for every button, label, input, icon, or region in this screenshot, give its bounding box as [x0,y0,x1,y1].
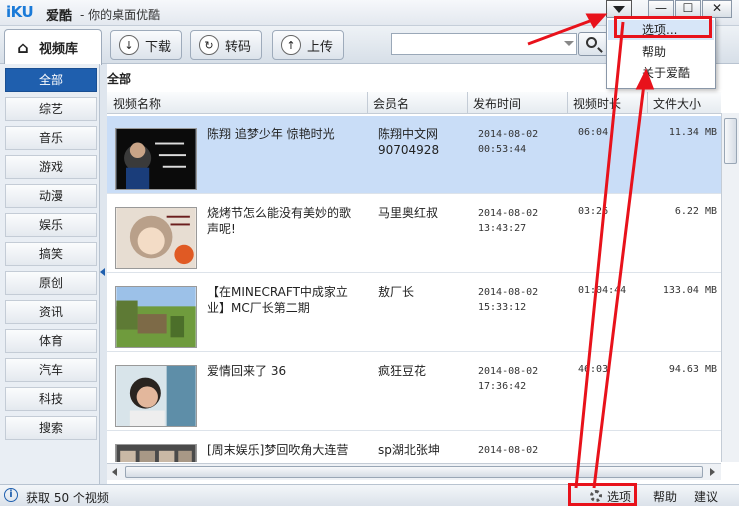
tab-label: 上传 [307,39,334,55]
collapse-sidebar-icon[interactable] [100,268,105,276]
chevron-down-icon [613,6,625,13]
column-divider[interactable] [467,92,468,114]
video-duration: 01:04:44 [578,285,627,296]
video-title[interactable]: 陈翔 追梦少年 惊艳时光 [207,126,357,142]
home-icon: ⌂ [13,37,33,58]
scroll-right-arrow-icon[interactable] [710,468,715,476]
sidebar-item-funny[interactable]: 搞笑 [5,242,97,266]
sidebar-item-games[interactable]: 游戏 [5,155,97,179]
uploader-name[interactable]: 马里奥红叔 [378,205,438,221]
tab-video-library[interactable]: ⌂ 视频库 [4,29,102,65]
suggest-button[interactable]: 建议 [694,488,718,505]
table-row[interactable]: [周末娱乐]梦回吹角大连营 sp湖北张坤 2014-08-02 [107,432,721,462]
vertical-scrollbar[interactable] [721,113,739,462]
table-row[interactable]: 爱情回来了 36 疯狂豆花 2014-08-02 17:36:42 46:03 9… [107,353,721,431]
annotation-highlight [568,483,637,506]
sidebar-item-all[interactable]: 全部 [5,68,97,92]
table-row[interactable]: 陈翔 追梦少年 惊艳时光 陈翔中文网 90704928 2014-08-02 00… [107,116,721,194]
publish-time: 2014-08-02 13:43:27 [478,208,539,234]
file-size: 11.34 MB [668,127,717,138]
search-button[interactable] [578,32,608,56]
sidebar-item-anime[interactable]: 动漫 [5,184,97,208]
column-header-title[interactable]: 视频名称 [113,95,161,112]
tab-transcode[interactable]: ↻ 转码 [190,30,262,60]
page-title: 全部 [107,72,132,86]
tab-label: 下载 [145,39,172,55]
category-sidebar: 全部 综艺 音乐 游戏 动漫 娱乐 搞笑 原创 资讯 体育 汽车 科技 搜索 [0,64,100,484]
uploader-name[interactable]: 敖厂长 [378,284,414,300]
tab-upload[interactable]: ↑ 上传 [272,30,344,60]
column-divider[interactable] [367,92,368,114]
publish-time: 2014-08-02 [478,445,539,456]
uploader-name[interactable]: 陈翔中文网 90704928 [378,126,439,158]
sidebar-item-autos[interactable]: 汽车 [5,358,97,382]
sidebar-item-entertainment[interactable]: 娱乐 [5,213,97,237]
scroll-left-arrow-icon[interactable] [112,468,117,476]
video-title[interactable]: 烧烤节怎么能没有美妙的歌声呢! [207,205,357,237]
upload-icon: ↑ [281,35,301,55]
info-icon: i [4,488,18,502]
sidebar-item-original[interactable]: 原创 [5,271,97,295]
video-thumbnail [115,128,197,190]
file-size: 133.04 MB [662,285,717,296]
file-size: 6.22 MB [674,206,717,217]
video-duration: 46:03 [578,364,609,375]
video-duration: 06:04 [578,127,609,138]
menu-item-help[interactable]: 帮助 [608,42,714,62]
app-name: 爱酷 [46,9,73,24]
sidebar-item-sports[interactable]: 体育 [5,329,97,353]
video-thumbnail [115,286,197,348]
video-list-panel: 全部 视频名称 会员名 发布时间 视频时长 文件大小 陈翔 追梦少年 惊艳时光 … [107,64,739,484]
horizontal-scrollbar[interactable] [107,463,721,480]
scrollbar-thumb[interactable] [125,466,703,478]
app-slogan: - 你的桌面优酷 [80,8,161,22]
column-divider[interactable] [647,92,648,114]
video-thumbnail [115,444,197,462]
transcode-icon: ↻ [199,35,219,55]
uploader-name[interactable]: sp湖北张坤 [378,442,440,458]
column-header-publish-time[interactable]: 发布时间 [473,95,521,112]
column-header-duration[interactable]: 视频时长 [573,95,645,112]
status-text: 获取 50 个视频 [26,491,109,505]
help-button[interactable]: 帮助 [653,488,677,505]
video-title[interactable]: 爱情回来了 36 [207,363,357,379]
chevron-down-icon[interactable] [564,41,574,46]
app-logo: iKU [6,3,34,21]
publish-time: 2014-08-02 15:33:12 [478,287,539,313]
sidebar-item-variety[interactable]: 综艺 [5,97,97,121]
sidebar-item-tech[interactable]: 科技 [5,387,97,411]
annotation-highlight [614,16,712,38]
download-icon: ↓ [119,35,139,55]
column-header-user[interactable]: 会员名 [373,95,409,112]
sidebar-item-news[interactable]: 资讯 [5,300,97,324]
menu-item-about[interactable]: 关于爱酷 [608,63,714,83]
column-header-size[interactable]: 文件大小 [653,95,701,112]
search-field[interactable] [391,33,577,55]
tab-label: 转码 [225,39,252,55]
table-row[interactable]: 烧烤节怎么能没有美妙的歌声呢! 马里奥红叔 2014-08-02 13:43:27… [107,195,721,273]
publish-time: 2014-08-02 17:36:42 [478,366,539,392]
file-size: 94.63 MB [668,364,717,375]
video-thumbnail [115,207,197,269]
video-title[interactable]: [周末娱乐]梦回吹角大连营 [207,442,357,462]
video-duration: 03:26 [578,206,609,217]
video-title[interactable]: 【在MINECRAFT中成家立业】MC厂长第二期 [207,284,357,316]
tab-label: 视频库 [39,42,79,57]
scrollbar-thumb[interactable] [724,118,737,164]
table-header: 视频名称 会员名 发布时间 视频时长 文件大小 [107,92,721,114]
table-row[interactable]: 【在MINECRAFT中成家立业】MC厂长第二期 敖厂长 2014-08-02 1… [107,274,721,352]
search-input[interactable] [392,34,558,54]
sidebar-item-music[interactable]: 音乐 [5,126,97,150]
column-divider[interactable] [567,92,568,114]
uploader-name[interactable]: 疯狂豆花 [378,363,426,379]
video-thumbnail [115,365,197,427]
sidebar-item-search[interactable]: 搜索 [5,416,97,440]
tab-download[interactable]: ↓ 下载 [110,30,182,60]
search-icon [586,37,597,48]
publish-time: 2014-08-02 00:53:44 [478,129,539,155]
